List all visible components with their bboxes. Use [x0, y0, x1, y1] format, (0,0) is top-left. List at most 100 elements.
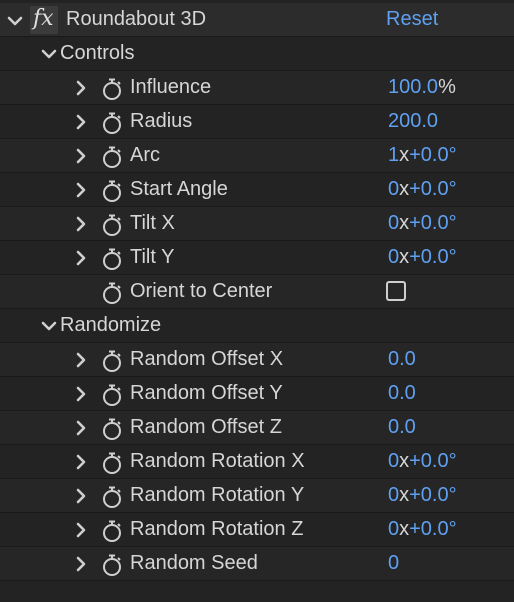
chevron-right-icon[interactable] — [72, 487, 90, 505]
chevron-right-icon[interactable] — [72, 215, 90, 233]
property-name: Influence — [130, 76, 212, 98]
stopwatch-icon[interactable] — [100, 349, 124, 373]
property-name: Random Offset Z — [130, 416, 282, 438]
property-value[interactable]: 0x+0.0° — [388, 246, 457, 269]
property-row-random-rotation-z[interactable]: Random Rotation Z 0x+0.0° — [0, 513, 514, 547]
chevron-right-icon[interactable] — [72, 249, 90, 267]
degrees-value[interactable]: +0.0° — [409, 246, 456, 268]
value-number[interactable]: 100.0 — [388, 76, 438, 98]
property-name: Start Angle — [130, 178, 228, 200]
stopwatch-icon[interactable] — [100, 451, 124, 475]
property-row-arc[interactable]: Arc 1x+0.0° — [0, 139, 514, 173]
property-value[interactable]: 0x+0.0° — [388, 178, 457, 201]
property-value[interactable]: 0x+0.0° — [388, 212, 457, 235]
revolutions-value[interactable]: 0 — [388, 484, 399, 506]
fx-label: fx — [33, 6, 54, 31]
stopwatch-icon[interactable] — [100, 247, 124, 271]
orient-to-center-checkbox[interactable] — [386, 281, 406, 301]
property-value[interactable]: 0.0 — [388, 348, 416, 371]
property-value[interactable]: 0x+0.0° — [388, 518, 457, 541]
property-row-orient-to-center[interactable]: Orient to Center — [0, 275, 514, 309]
revolutions-value[interactable]: 0 — [388, 246, 399, 268]
chevron-right-icon[interactable] — [72, 147, 90, 165]
degrees-value[interactable]: +0.0° — [409, 212, 456, 234]
group-label: Controls — [60, 42, 135, 64]
chevron-down-icon[interactable] — [40, 45, 58, 63]
property-value[interactable]: 0.0 — [388, 416, 416, 439]
stopwatch-icon[interactable] — [100, 281, 124, 305]
chevron-right-icon[interactable] — [72, 181, 90, 199]
effect-controls-panel: fx Roundabout 3D Reset Controls Influenc… — [0, 0, 514, 602]
fx-icon[interactable]: fx — [30, 6, 58, 34]
times-sign: x — [399, 212, 410, 234]
degrees-value[interactable]: +0.0° — [409, 144, 456, 166]
property-value[interactable]: 100.0% — [388, 76, 456, 99]
property-row-random-seed[interactable]: Random Seed 0 — [0, 547, 514, 581]
chevron-down-icon[interactable] — [6, 12, 24, 30]
property-name: Random Rotation Y — [130, 484, 305, 506]
revolutions-value[interactable]: 0 — [388, 178, 399, 200]
property-name: Radius — [130, 110, 193, 132]
property-row-random-offset-y[interactable]: Random Offset Y 0.0 — [0, 377, 514, 411]
property-value[interactable]: 200.0 — [388, 110, 438, 133]
property-row-random-offset-x[interactable]: Random Offset X 0.0 — [0, 343, 514, 377]
stopwatch-icon[interactable] — [100, 519, 124, 543]
stopwatch-icon[interactable] — [100, 485, 124, 509]
property-value[interactable]: 0x+0.0° — [388, 450, 457, 473]
property-name: Random Seed — [130, 552, 258, 574]
property-name: Random Rotation Z — [130, 518, 304, 540]
property-name: Random Offset Y — [130, 382, 283, 404]
property-value[interactable]: 0 — [388, 552, 399, 575]
degrees-value[interactable]: +0.0° — [409, 178, 456, 200]
group-label: Randomize — [60, 314, 162, 336]
stopwatch-icon[interactable] — [100, 179, 124, 203]
stopwatch-icon[interactable] — [100, 145, 124, 169]
revolutions-value[interactable]: 1 — [388, 144, 399, 166]
property-row-influence[interactable]: Influence 100.0% — [0, 71, 514, 105]
property-name: Tilt Y — [130, 246, 175, 268]
chevron-right-icon[interactable] — [72, 419, 90, 437]
property-row-tilt-y[interactable]: Tilt Y 0x+0.0° — [0, 241, 514, 275]
property-name: Random Rotation X — [130, 450, 305, 472]
revolutions-value[interactable]: 0 — [388, 518, 399, 540]
value-unit: % — [438, 76, 456, 98]
effect-name: Roundabout 3D — [66, 8, 207, 30]
reset-button[interactable]: Reset — [386, 8, 438, 31]
property-row-start-angle[interactable]: Start Angle 0x+0.0° — [0, 173, 514, 207]
revolutions-value[interactable]: 0 — [388, 212, 399, 234]
chevron-right-icon[interactable] — [72, 555, 90, 573]
property-row-tilt-x[interactable]: Tilt X 0x+0.0° — [0, 207, 514, 241]
chevron-right-icon[interactable] — [72, 453, 90, 471]
chevron-right-icon[interactable] — [72, 385, 90, 403]
property-value[interactable]: 1x+0.0° — [388, 144, 457, 167]
times-sign: x — [399, 450, 410, 472]
times-sign: x — [399, 178, 410, 200]
chevron-down-icon[interactable] — [40, 317, 58, 335]
property-row-random-offset-z[interactable]: Random Offset Z 0.0 — [0, 411, 514, 445]
chevron-right-icon[interactable] — [72, 351, 90, 369]
degrees-value[interactable]: +0.0° — [409, 518, 456, 540]
stopwatch-icon[interactable] — [100, 213, 124, 237]
property-row-random-rotation-y[interactable]: Random Rotation Y 0x+0.0° — [0, 479, 514, 513]
property-row-random-rotation-x[interactable]: Random Rotation X 0x+0.0° — [0, 445, 514, 479]
group-randomize[interactable]: Randomize — [0, 309, 514, 343]
property-name: Orient to Center — [130, 280, 273, 302]
stopwatch-icon[interactable] — [100, 77, 124, 101]
property-value[interactable]: 0.0 — [388, 382, 416, 405]
group-controls[interactable]: Controls — [0, 37, 514, 71]
chevron-right-icon[interactable] — [72, 79, 90, 97]
chevron-right-icon[interactable] — [72, 521, 90, 539]
stopwatch-icon[interactable] — [100, 553, 124, 577]
stopwatch-icon[interactable] — [100, 111, 124, 135]
revolutions-value[interactable]: 0 — [388, 450, 399, 472]
degrees-value[interactable]: +0.0° — [409, 484, 456, 506]
property-name: Random Offset X — [130, 348, 284, 370]
effect-header[interactable]: fx Roundabout 3D Reset — [0, 3, 514, 37]
degrees-value[interactable]: +0.0° — [409, 450, 456, 472]
times-sign: x — [399, 484, 410, 506]
property-row-radius[interactable]: Radius 200.0 — [0, 105, 514, 139]
stopwatch-icon[interactable] — [100, 383, 124, 407]
property-value[interactable]: 0x+0.0° — [388, 484, 457, 507]
stopwatch-icon[interactable] — [100, 417, 124, 441]
chevron-right-icon[interactable] — [72, 113, 90, 131]
